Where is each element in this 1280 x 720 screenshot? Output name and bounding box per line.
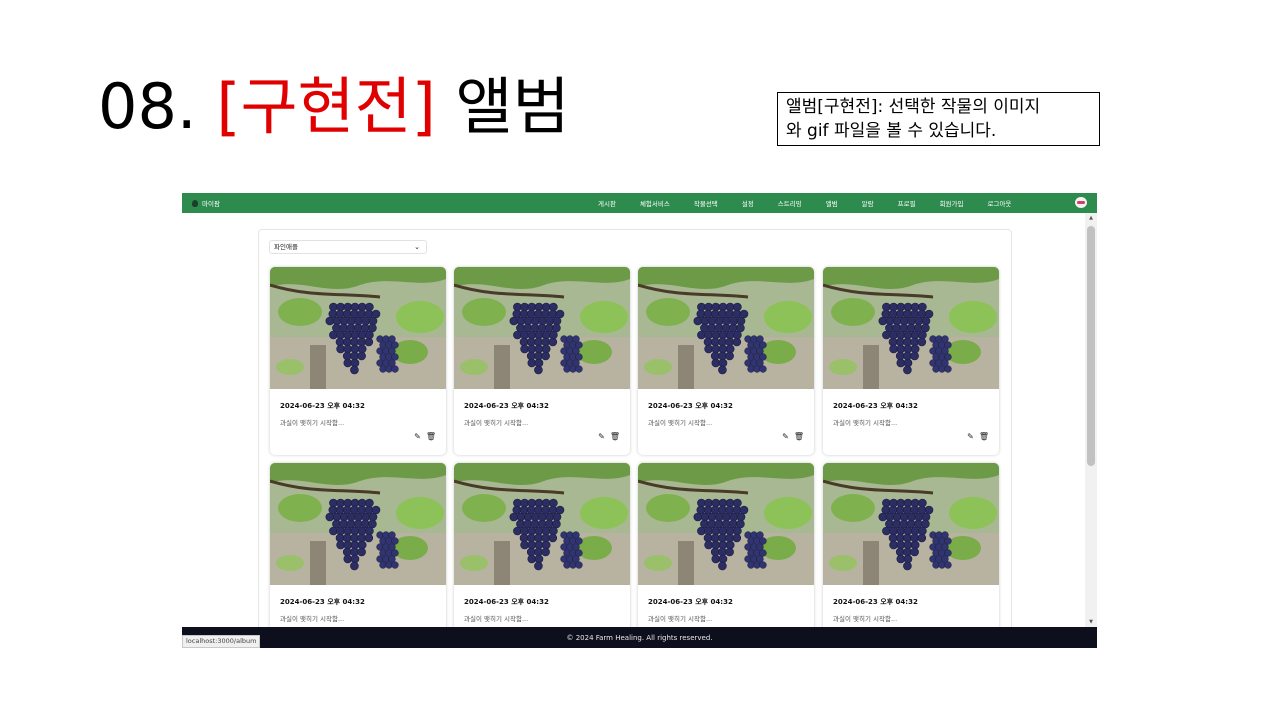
avatar-icon[interactable] (1075, 197, 1087, 208)
browser-screenshot: 마이팜 게시판 체험서비스 작물선택 설정 스트리밍 앨범 알람 프로필 회원가입 로그아웃 파인… (182, 193, 1097, 648)
card-date: 2024-06-23 오후 04:32 (833, 598, 918, 606)
album-card[interactable]: 2024-06-23 오후 04:32 과실이 맺히기 시작함... ✎ 🗑 (454, 463, 630, 648)
scroll-up-arrow[interactable]: ▲ (1085, 213, 1097, 223)
card-description: 과실이 맺히기 시작함... (464, 615, 529, 623)
card-date: 2024-06-23 오후 04:32 (280, 402, 365, 410)
grape-photo[interactable] (454, 267, 630, 389)
album-card[interactable]: 2024-06-23 오후 04:32 과실이 맺히기 시작함... ✎ 🗑 (270, 267, 446, 455)
nav-item-0[interactable]: 게시판 (598, 198, 616, 208)
card-date: 2024-06-23 오후 04:32 (833, 402, 918, 410)
grape-photo[interactable] (270, 267, 446, 389)
description-note: 앨범[구현전]: 선택한 작물의 이미지 와 gif 파일을 볼 수 있습니다. (777, 92, 1100, 146)
scroll-down-arrow[interactable]: ▼ (1085, 617, 1097, 627)
nav-item-5[interactable]: 앨범 (826, 198, 838, 208)
crop-select[interactable]: 파인애플 ⌄ (269, 240, 427, 254)
trash-icon[interactable]: 🗑 (426, 432, 436, 441)
album-card[interactable]: 2024-06-23 오후 04:32 과실이 맺히기 시작함... ✎ 🗑 (270, 463, 446, 648)
nav-item-1[interactable]: 체험서비스 (640, 198, 670, 208)
card-description: 과실이 맺히기 시작함... (833, 615, 898, 623)
brand-label: 마이팜 (202, 200, 220, 208)
album-card[interactable]: 2024-06-23 오후 04:32 과실이 맺히기 시작함... ✎ 🗑 (638, 267, 814, 455)
nav-item-7[interactable]: 프로필 (898, 198, 916, 208)
footer: © 2024 Farm Healing. All rights reserved… (182, 627, 1097, 648)
edit-icon[interactable]: ✎ (967, 432, 974, 441)
grape-photo[interactable] (270, 463, 446, 585)
nav-item-4[interactable]: 스트리밍 (778, 198, 802, 208)
trash-icon[interactable]: 🗑 (979, 432, 989, 441)
grape-photo[interactable] (823, 267, 999, 389)
card-actions: ✎ 🗑 (598, 432, 620, 441)
trash-icon[interactable]: 🗑 (610, 432, 620, 441)
nav-item-6[interactable]: 알람 (862, 198, 874, 208)
grape-photo[interactable] (638, 267, 814, 389)
card-description: 과실이 맺히기 시작함... (648, 615, 713, 623)
chevron-down-icon: ⌄ (414, 243, 420, 251)
card-description: 과실이 맺히기 시작함... (280, 615, 345, 623)
nav-item-8[interactable]: 회원가입 (940, 198, 964, 208)
nav-item-2[interactable]: 작물선택 (694, 198, 718, 208)
card-actions: ✎ 🗑 (967, 432, 989, 441)
card-actions: ✎ 🗑 (782, 432, 804, 441)
logo-icon (192, 199, 198, 207)
album-card[interactable]: 2024-06-23 오후 04:32 과실이 맺히기 시작함... ✎ 🗑 (823, 463, 999, 648)
footer-text: © 2024 Farm Healing. All rights reserved… (566, 633, 713, 642)
album-panel: 파인애플 ⌄ 2024-06-23 오후 04:32 과실이 맺히기 시작함..… (258, 229, 1012, 648)
grape-photo[interactable] (823, 463, 999, 585)
trash-icon[interactable]: 🗑 (794, 432, 804, 441)
card-date: 2024-06-23 오후 04:32 (648, 402, 733, 410)
edit-icon[interactable]: ✎ (782, 432, 789, 441)
card-actions: ✎ 🗑 (414, 432, 436, 441)
title-prefix: 08. (98, 70, 197, 143)
card-date: 2024-06-23 오후 04:32 (280, 598, 365, 606)
card-description: 과실이 맺히기 시작함... (280, 419, 345, 427)
scrollbar[interactable]: ▲ ▼ (1085, 213, 1097, 627)
album-card[interactable]: 2024-06-23 오후 04:32 과실이 맺히기 시작함... ✎ 🗑 (823, 267, 999, 455)
nav-menu: 게시판 체험서비스 작물선택 설정 스트리밍 앨범 알람 프로필 회원가입 로그아웃 (598, 193, 1011, 213)
edit-icon[interactable]: ✎ (414, 432, 421, 441)
card-date: 2024-06-23 오후 04:32 (464, 598, 549, 606)
album-card[interactable]: 2024-06-23 오후 04:32 과실이 맺히기 시작함... ✎ 🗑 (454, 267, 630, 455)
navbar: 마이팜 게시판 체험서비스 작물선택 설정 스트리밍 앨범 알람 프로필 회원가입 로그아웃 (182, 193, 1097, 213)
title-highlight: [구현전] (216, 70, 436, 143)
card-description: 과실이 맺히기 시작함... (464, 419, 529, 427)
album-card[interactable]: 2024-06-23 오후 04:32 과실이 맺히기 시작함... ✎ 🗑 (638, 463, 814, 648)
nav-item-9[interactable]: 로그아웃 (987, 198, 1011, 208)
edit-icon[interactable]: ✎ (598, 432, 605, 441)
slide-title: 08. [구현전] 앨범 (98, 62, 570, 152)
grape-photo[interactable] (638, 463, 814, 585)
grape-photo[interactable] (454, 463, 630, 585)
title-suffix: 앨범 (455, 70, 570, 143)
brand-link[interactable]: 마이팜 (192, 193, 220, 213)
note-line-2: 와 gif 파일을 볼 수 있습니다. (786, 121, 997, 141)
card-description: 과실이 맺히기 시작함... (648, 419, 713, 427)
status-url: localhost:3000/album (182, 635, 261, 648)
crop-select-value: 파인애플 (274, 243, 298, 251)
card-date: 2024-06-23 오후 04:32 (464, 402, 549, 410)
note-line-1: 앨범[구현전]: 선택한 작물의 이미지 (786, 97, 1041, 117)
card-description: 과실이 맺히기 시작함... (833, 419, 898, 427)
scroll-thumb[interactable] (1087, 226, 1095, 466)
card-date: 2024-06-23 오후 04:32 (648, 598, 733, 606)
nav-item-3[interactable]: 설정 (742, 198, 754, 208)
